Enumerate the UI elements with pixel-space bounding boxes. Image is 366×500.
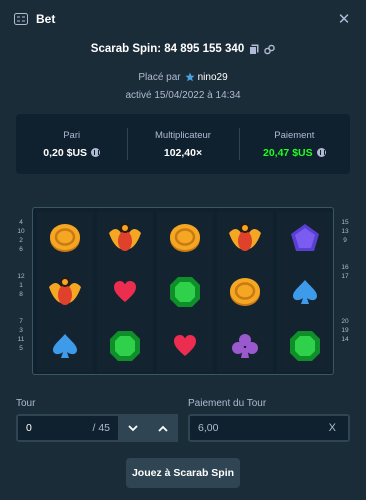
round-value: 0 <box>26 422 32 434</box>
payout-amount: 20,47 $US <box>263 146 313 159</box>
payline-number <box>338 299 352 308</box>
heart-icon <box>165 326 205 366</box>
payline-number: 16 <box>341 264 349 271</box>
payline-number: 6 <box>19 246 23 253</box>
close-button[interactable]: ✕ <box>336 11 352 28</box>
payline-number <box>14 308 28 317</box>
payline-number: 2 <box>19 237 23 244</box>
stat-label: Pari <box>63 129 81 141</box>
stat-value: 20,47 $US <box>263 147 326 159</box>
payline-number <box>14 299 28 308</box>
chevron-down-icon <box>128 424 138 431</box>
round-payout-field: 6,00 X <box>188 414 350 442</box>
bet-amount: 0,20 $US <box>43 146 88 159</box>
payline-number: 14 <box>341 336 349 343</box>
reel-column <box>37 212 93 372</box>
emerald-icon <box>165 272 205 312</box>
payline-number <box>338 245 352 254</box>
payline-number: 12 <box>17 273 25 280</box>
payline-number: 5 <box>19 345 23 352</box>
round-input[interactable]: 0 / 45 <box>16 414 120 442</box>
reel-column <box>277 212 333 372</box>
payline-number: 4 <box>19 219 23 226</box>
payline-number <box>338 254 352 263</box>
reel-column <box>217 212 273 372</box>
username: nino29 <box>197 71 228 83</box>
payline-number: 7 <box>19 318 23 325</box>
coin-icon <box>225 272 265 312</box>
stat-payout: Paiement 20,47 $US <box>238 114 350 174</box>
club-icon <box>225 326 265 366</box>
payline-number: 17 <box>341 273 349 280</box>
clear-icon: X <box>328 422 336 434</box>
scarab-icon <box>105 218 145 258</box>
activated-date: activé 15/04/2022 à 14:34 <box>125 90 241 101</box>
stat-value: 102,40× <box>164 147 202 159</box>
round-up-button[interactable] <box>148 414 178 442</box>
chevron-up-icon <box>158 425 168 432</box>
scarab-icon <box>225 218 265 258</box>
reel-column <box>157 212 213 372</box>
modal-header: Bet <box>0 0 366 38</box>
game-title: Scarab Spin: 84 895 155 340 <box>90 43 245 55</box>
link-icon[interactable] <box>264 44 276 55</box>
payline-number <box>338 290 352 299</box>
payline-number: 1 <box>19 282 23 289</box>
round-payout-label: Paiement du Tour <box>188 398 267 409</box>
spade-icon <box>45 326 85 366</box>
pentagon-icon <box>285 218 325 258</box>
emerald-icon <box>105 326 145 366</box>
coin-icon <box>45 218 85 258</box>
payline-number <box>338 308 352 317</box>
payline-number <box>14 254 28 263</box>
scarab-icon <box>45 272 85 312</box>
star-badge-icon <box>185 72 195 82</box>
payline-numbers-left: 4 10 2 6 12 1 8 7 3 11 5 <box>14 218 28 353</box>
round-label: Tour <box>16 398 36 409</box>
placed-by-label: Placé par <box>138 71 181 83</box>
payline-number: 20 <box>341 318 349 325</box>
payline-number: 10 <box>17 228 25 235</box>
payline-number <box>14 263 28 272</box>
payline-number: 19 <box>341 327 349 334</box>
stat-label: Multiplicateur <box>155 129 211 141</box>
payline-numbers-right: 15 13 9 16 17 20 19 14 <box>338 218 352 353</box>
payline-number: 11 <box>17 336 25 343</box>
currency-coin-icon <box>91 148 101 157</box>
game-title-row: Scarab Spin: 84 895 155 340 <box>0 40 366 58</box>
user-link[interactable]: nino29 <box>185 72 228 83</box>
heart-icon <box>105 272 145 312</box>
slot-reels <box>32 207 334 375</box>
coin-icon <box>165 218 205 258</box>
copy-icon[interactable] <box>249 44 259 55</box>
reel-column <box>97 212 153 372</box>
stat-value: 0,20 $US <box>43 146 101 159</box>
round-down-button[interactable] <box>118 414 148 442</box>
spade-icon <box>285 272 325 312</box>
modal-title: Bet <box>36 12 56 26</box>
payline-number <box>338 281 352 290</box>
round-payout-value: 6,00 <box>198 422 219 434</box>
payline-number: 9 <box>343 237 347 244</box>
emerald-icon <box>285 326 325 366</box>
payline-number: 13 <box>341 228 349 235</box>
bet-stats-panel: Pari 0,20 $US Multiplicateur 102,40× Pai… <box>16 114 350 174</box>
multiplier-amount: 102,40× <box>163 146 203 159</box>
round-total: / 45 <box>92 422 110 434</box>
payline-number <box>338 344 352 353</box>
stat-multiplier: Multiplicateur 102,40× <box>127 114 238 174</box>
play-game-button[interactable]: Jouez à Scarab Spin <box>126 458 240 488</box>
payline-number: 3 <box>19 327 23 334</box>
payline-number: 15 <box>341 219 349 226</box>
currency-coin-icon <box>316 148 326 157</box>
stat-bet: Pari 0,20 $US <box>16 114 127 174</box>
payline-number: 8 <box>19 291 23 298</box>
bet-slip-icon <box>14 13 28 25</box>
placed-by-row: Placé par nino29 <box>0 70 366 84</box>
stat-label: Paiement <box>274 129 315 141</box>
